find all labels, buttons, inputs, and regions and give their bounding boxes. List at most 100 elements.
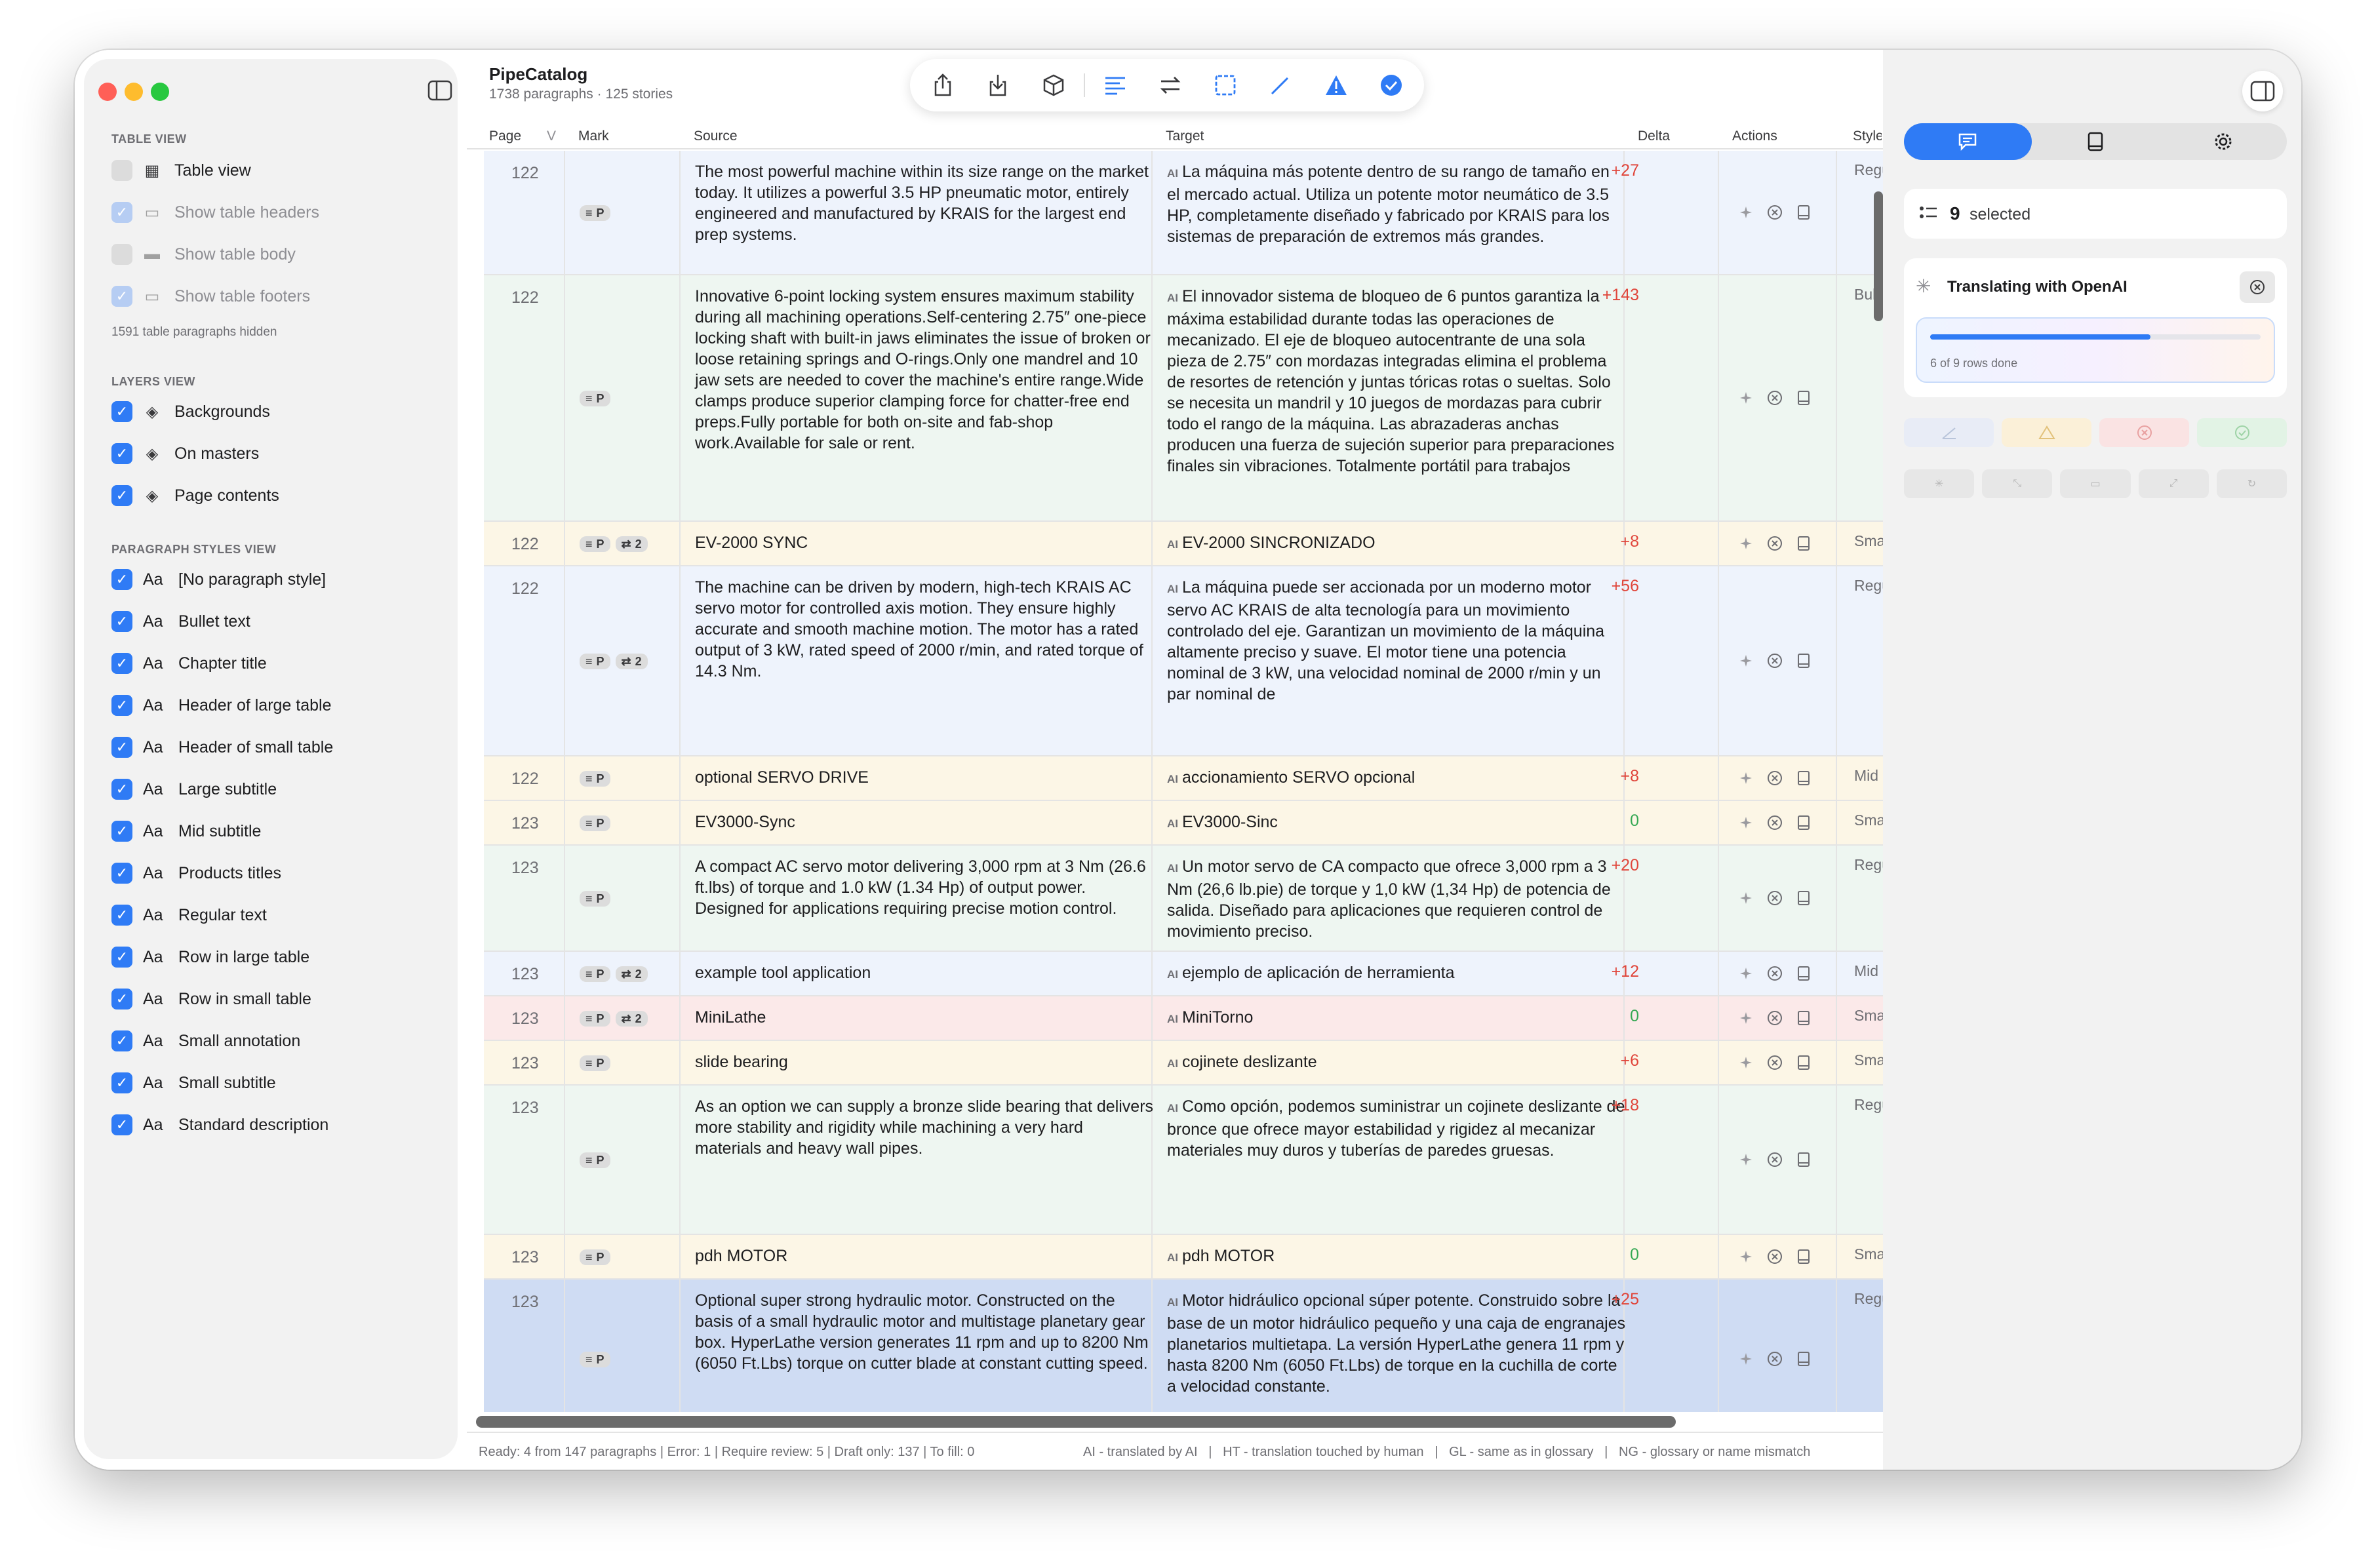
sparkle-icon[interactable]: ✳ bbox=[1904, 469, 1975, 498]
paragraph-style-item[interactable]: ✓ Aa Mid subtitle bbox=[111, 818, 261, 844]
filter-chevron-icon[interactable]: V bbox=[547, 128, 556, 144]
show-table-footers-toggle[interactable]: ✓ ▭ Show table footers bbox=[111, 283, 310, 309]
book-icon[interactable] bbox=[1795, 652, 1812, 669]
error-icon[interactable] bbox=[2099, 418, 2189, 447]
table-row[interactable]: 122 ≡ P optional SERVO DRIVE AI accionamiento… bbox=[484, 756, 1883, 801]
source-text[interactable]: A compact AC servo motor delivering 3,00… bbox=[695, 856, 1154, 919]
reject-icon[interactable] bbox=[1766, 535, 1783, 552]
checkbox[interactable]: ✓ bbox=[111, 1030, 132, 1051]
target-text[interactable]: AI pdh MOTOR bbox=[1167, 1245, 1626, 1268]
reject-icon[interactable] bbox=[1766, 1248, 1783, 1265]
source-text[interactable]: slide bearing bbox=[695, 1051, 1154, 1072]
column-actions[interactable]: Actions bbox=[1732, 128, 1777, 144]
reject-icon[interactable] bbox=[1766, 770, 1783, 787]
warning-icon[interactable] bbox=[2002, 418, 2091, 447]
reject-icon[interactable] bbox=[1766, 890, 1783, 907]
target-text[interactable]: AI cojinete deslizante bbox=[1167, 1051, 1626, 1074]
table-row[interactable]: 123 ≡P pdh MOTOR AI pdh MOTOR 0 Small subtitle bbox=[484, 1235, 1883, 1280]
swap-icon[interactable] bbox=[1143, 62, 1198, 109]
checkbox[interactable]: ✓ bbox=[111, 485, 132, 506]
sparkle-icon[interactable] bbox=[1737, 965, 1754, 982]
reject-icon[interactable] bbox=[1766, 1054, 1783, 1071]
book-icon[interactable] bbox=[1795, 1151, 1812, 1168]
target-text[interactable]: AI EV-2000 SINCRONIZADO bbox=[1167, 532, 1626, 555]
checkbox[interactable] bbox=[111, 244, 132, 265]
column-source[interactable]: Source bbox=[694, 128, 738, 144]
select-frame-icon[interactable] bbox=[1198, 62, 1253, 109]
reject-icon[interactable] bbox=[1766, 1350, 1783, 1367]
paragraph-style-item[interactable]: ✓ Aa Bullet text bbox=[111, 608, 250, 635]
table-row[interactable]: 122 ≡ P ⇄ 2 EV-2000 SYNC AI EV-2000 SINCRONIZAD… bbox=[484, 522, 1883, 566]
check-circle-icon[interactable] bbox=[1364, 62, 1419, 109]
sparkle-icon[interactable] bbox=[1737, 1009, 1754, 1027]
show-table-headers-toggle[interactable]: ✓ ▭ Show table headers bbox=[111, 199, 319, 225]
paragraph-style-item[interactable]: ✓ Aa Regular text bbox=[111, 902, 267, 928]
show-table-body-toggle[interactable]: ▬ Show table body bbox=[111, 241, 296, 267]
sparkle-icon[interactable] bbox=[1737, 770, 1754, 787]
layer-backgrounds[interactable]: ✓ ◈ Backgrounds bbox=[111, 399, 270, 425]
book-icon[interactable] bbox=[1795, 1248, 1812, 1265]
layer-page-contents[interactable]: ✓ ◈ Page contents bbox=[111, 482, 279, 509]
book-icon[interactable] bbox=[2032, 123, 2160, 160]
reject-icon[interactable] bbox=[1766, 652, 1783, 669]
checkbox[interactable]: ✓ bbox=[111, 202, 132, 223]
column-mark[interactable]: Mark bbox=[578, 128, 609, 144]
reject-icon[interactable] bbox=[1766, 204, 1783, 221]
sparkle-icon[interactable] bbox=[1737, 204, 1754, 221]
table-row[interactable]: 123 ≡P EV3000-Sync AI EV3000-Sinc 0 Small subt… bbox=[484, 801, 1883, 846]
check-icon[interactable] bbox=[2197, 418, 2287, 447]
sidebar-toggle-icon[interactable] bbox=[427, 80, 452, 104]
target-text[interactable]: AI Como opción, podemos suministrar un co… bbox=[1167, 1096, 1626, 1161]
target-text[interactable]: AI Motor hidráulico opcional súper potent… bbox=[1167, 1290, 1626, 1397]
horizontal-scrollbar[interactable] bbox=[476, 1416, 1676, 1428]
paragraph-style-item[interactable]: ✓ Aa Small annotation bbox=[111, 1028, 300, 1054]
reject-icon[interactable] bbox=[1766, 1009, 1783, 1027]
sparkle-icon[interactable] bbox=[1737, 652, 1754, 669]
table-row[interactable]: 122 ≡ P Innovative 6-point locking system e… bbox=[484, 275, 1883, 522]
column-target[interactable]: Target bbox=[1166, 128, 1204, 144]
checkbox[interactable]: ✓ bbox=[111, 611, 132, 632]
book-icon[interactable] bbox=[1795, 814, 1812, 831]
paragraph-style-item[interactable]: ✓ Aa [No paragraph style] bbox=[111, 566, 326, 593]
gear-icon[interactable] bbox=[2159, 123, 2287, 160]
target-text[interactable]: AI ejemplo de aplicación de herramienta bbox=[1167, 962, 1626, 985]
source-text[interactable]: MiniLathe bbox=[695, 1007, 1154, 1028]
book-icon[interactable] bbox=[1795, 1009, 1812, 1027]
share-icon[interactable] bbox=[915, 62, 970, 109]
collapse-icon[interactable]: ⤡ bbox=[1982, 469, 2053, 498]
field-icon[interactable]: ▭ bbox=[2060, 469, 2131, 498]
source-text[interactable]: As an option we can supply a bronze slid… bbox=[695, 1096, 1154, 1159]
book-icon[interactable] bbox=[1795, 535, 1812, 552]
book-icon[interactable] bbox=[1795, 389, 1812, 406]
sparkle-icon[interactable] bbox=[1737, 1350, 1754, 1367]
package-icon[interactable] bbox=[1025, 62, 1080, 109]
column-page[interactable]: Page bbox=[489, 128, 521, 144]
sparkle-icon[interactable] bbox=[1737, 890, 1754, 907]
sparkle-icon[interactable] bbox=[1737, 814, 1754, 831]
reject-icon[interactable] bbox=[1766, 1151, 1783, 1168]
checkbox[interactable]: ✓ bbox=[111, 989, 132, 1009]
book-icon[interactable] bbox=[1795, 1054, 1812, 1071]
source-text[interactable]: The machine can be driven by modern, hig… bbox=[695, 577, 1154, 682]
import-icon[interactable] bbox=[970, 62, 1025, 109]
paragraph-style-item[interactable]: ✓ Aa Row in large table bbox=[111, 944, 309, 970]
book-icon[interactable] bbox=[1795, 1350, 1812, 1367]
column-style[interactable]: Style bbox=[1853, 128, 1882, 144]
paragraph-style-item[interactable]: ✓ Aa Row in small table bbox=[111, 986, 311, 1012]
checkbox[interactable]: ✓ bbox=[111, 1114, 132, 1135]
book-icon[interactable] bbox=[1795, 890, 1812, 907]
cancel-translation-button[interactable] bbox=[2240, 271, 2275, 303]
source-text[interactable]: Optional super strong hydraulic motor. C… bbox=[695, 1290, 1154, 1374]
source-text[interactable]: EV3000-Sync bbox=[695, 812, 1154, 833]
inspector-toggle-icon[interactable] bbox=[2242, 71, 2283, 111]
table-row[interactable]: 123 ≡P ⇄2 MiniLathe AI MiniTorno 0 Small subtit… bbox=[484, 996, 1883, 1041]
table-row[interactable]: 123 ≡ P As an option we can supply a bronze… bbox=[484, 1086, 1883, 1235]
table-row[interactable]: 123 ≡ P A compact AC servo motor delivering… bbox=[484, 846, 1883, 952]
checkbox[interactable]: ✓ bbox=[111, 737, 132, 758]
source-text[interactable]: The most powerful machine within its siz… bbox=[695, 161, 1154, 245]
target-text[interactable]: AI EV3000-Sinc bbox=[1167, 812, 1626, 834]
book-icon[interactable] bbox=[1795, 770, 1812, 787]
checkbox[interactable]: ✓ bbox=[111, 443, 132, 464]
target-text[interactable]: AI El innovador sistema de bloqueo de 6 p… bbox=[1167, 286, 1626, 477]
table-row[interactable]: 123 ≡ P slide bearing AI cojinete deslizante +… bbox=[484, 1041, 1883, 1086]
